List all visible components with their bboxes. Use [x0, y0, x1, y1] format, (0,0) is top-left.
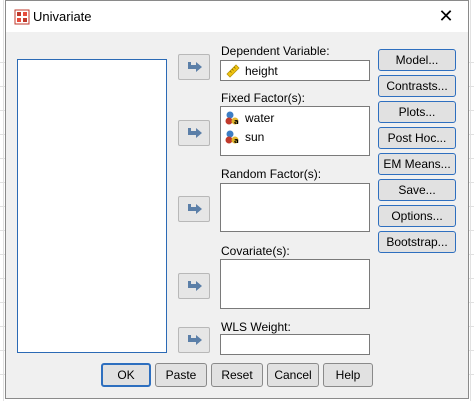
svg-text:a: a — [234, 137, 239, 145]
title-bar: Univariate ✕ — [6, 1, 468, 32]
right-arrow-icon — [188, 204, 202, 214]
right-arrow-icon — [188, 62, 202, 72]
reset-button[interactable]: Reset — [211, 363, 263, 387]
contrasts-button[interactable]: Contrasts... — [378, 75, 456, 97]
wls-weight-label: WLS Weight: — [221, 320, 291, 334]
plots-button[interactable]: Plots... — [378, 101, 456, 123]
nominal-variable-icon: a — [225, 111, 239, 126]
help-button[interactable]: Help — [323, 363, 373, 387]
dependent-variable-label: Dependent Variable: — [221, 44, 330, 58]
ok-button[interactable]: OK — [101, 363, 151, 387]
scale-ruler-icon — [226, 64, 240, 78]
covariates-list[interactable] — [220, 259, 370, 309]
move-to-fixed-factor-button[interactable] — [178, 120, 210, 146]
em-means-button[interactable]: EM Means... — [378, 153, 456, 175]
nominal-variable-icon: a — [225, 130, 239, 145]
right-arrow-icon — [188, 128, 202, 138]
fixed-factors-label: Fixed Factor(s): — [221, 91, 306, 105]
model-button[interactable]: Model... — [378, 49, 456, 71]
cancel-button[interactable]: Cancel — [267, 363, 319, 387]
covariates-label: Covariate(s): — [221, 244, 290, 258]
fixed-factors-list[interactable]: a water a sun — [220, 106, 370, 156]
univariate-app-icon — [14, 9, 30, 25]
window-title: Univariate — [33, 9, 92, 24]
save-button[interactable]: Save... — [378, 179, 456, 201]
right-arrow-icon — [188, 335, 202, 345]
close-icon: ✕ — [438, 6, 454, 26]
source-variable-list[interactable] — [17, 59, 167, 353]
random-factors-label: Random Factor(s): — [221, 167, 322, 181]
post-hoc-button[interactable]: Post Hoc... — [378, 127, 456, 149]
random-factors-list[interactable] — [220, 183, 370, 232]
wls-weight-field[interactable] — [220, 334, 370, 355]
paste-button[interactable]: Paste — [155, 363, 207, 387]
right-arrow-icon — [188, 281, 202, 291]
move-to-random-factor-button[interactable] — [178, 196, 210, 222]
move-to-dependent-button[interactable] — [178, 54, 210, 80]
move-to-wls-weight-button[interactable] — [178, 327, 210, 353]
univariate-dialog: Univariate ✕ Dependent Variable: height … — [5, 0, 469, 399]
close-button[interactable]: ✕ — [434, 5, 458, 27]
dependent-variable-field[interactable]: height — [220, 60, 370, 81]
svg-text:a: a — [234, 118, 239, 126]
options-button[interactable]: Options... — [378, 205, 456, 227]
move-to-covariate-button[interactable] — [178, 273, 210, 299]
bootstrap-button[interactable]: Bootstrap... — [378, 231, 456, 253]
